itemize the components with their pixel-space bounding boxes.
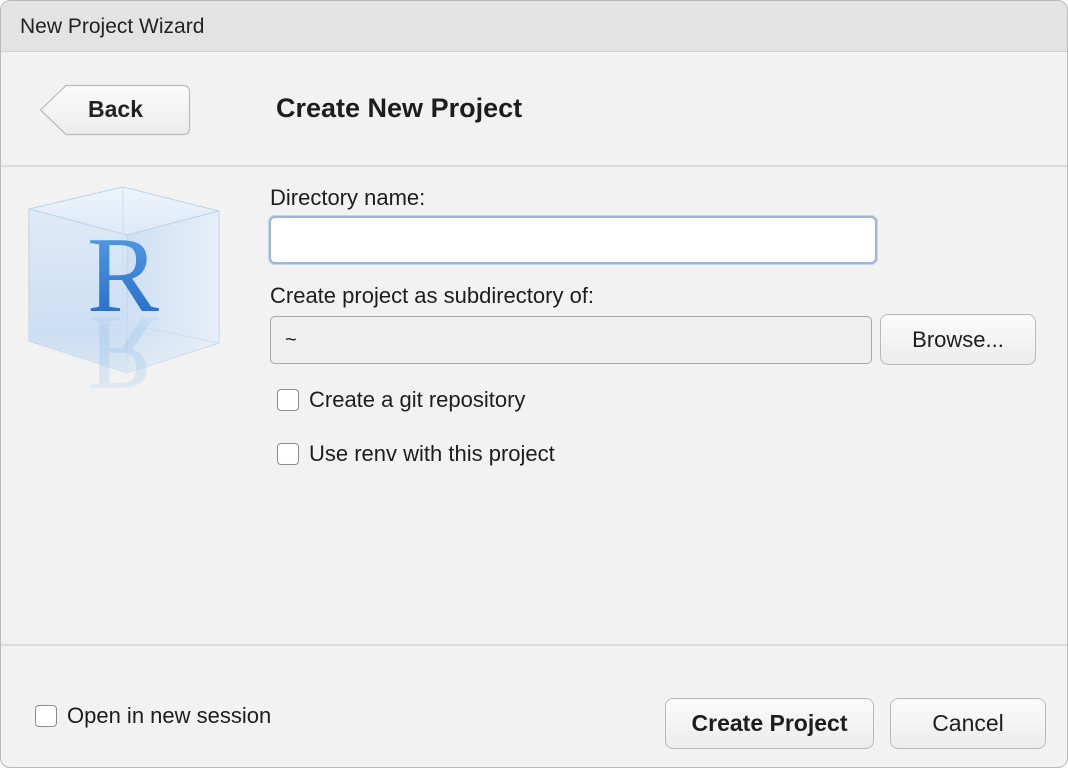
dialog-window: New Project Wizard Back Create New Proje… [0, 0, 1068, 768]
create-project-button[interactable]: Create Project [665, 698, 874, 749]
subdirectory-field[interactable]: ~ [270, 316, 872, 364]
directory-name-label: Directory name: [270, 185, 426, 210]
git-repo-checkbox[interactable] [277, 389, 299, 411]
new-session-checkbox[interactable] [35, 705, 57, 727]
new-session-label: Open in new session [67, 703, 272, 728]
cancel-button[interactable]: Cancel [890, 698, 1046, 749]
git-repo-label: Create a git repository [309, 387, 526, 412]
back-button[interactable]: Back [39, 84, 191, 136]
directory-name-input[interactable] [269, 216, 877, 264]
r-project-cube-icon: R R [23, 183, 227, 412]
renv-checkbox[interactable] [277, 443, 299, 465]
window-title: New Project Wizard [20, 15, 205, 38]
footer-divider [1, 644, 1067, 646]
wizard-header: Back Create New Project [1, 52, 1067, 167]
browse-button[interactable]: Browse... [880, 314, 1036, 365]
subdirectory-label: Create project as subdirectory of: [270, 283, 595, 308]
title-bar: New Project Wizard [1, 1, 1067, 52]
renv-label: Use renv with this project [309, 441, 555, 466]
page-title: Create New Project [276, 93, 523, 123]
back-button-label: Back [88, 96, 143, 122]
